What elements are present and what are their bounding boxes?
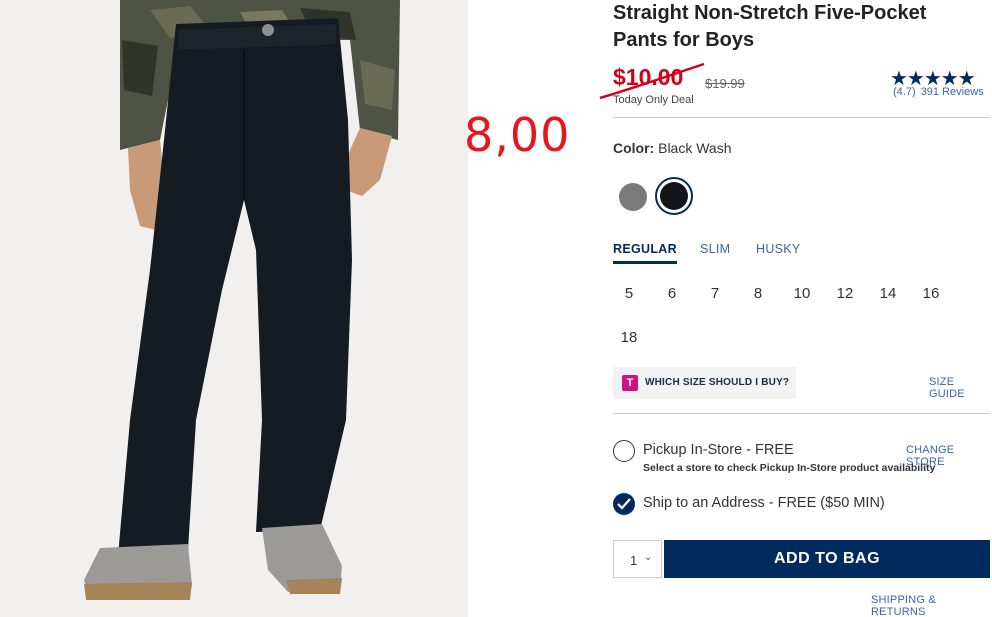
gray-swatch[interactable]	[619, 183, 647, 211]
size-help-label: WHICH SIZE SHOULD I BUY?	[645, 377, 790, 388]
color-label: Color:	[613, 140, 655, 156]
divider	[613, 413, 990, 414]
rating-value: (4.7)	[893, 86, 916, 98]
color-value: Black Wash	[658, 140, 732, 156]
handwritten-price-overlay: 8,00	[464, 108, 571, 162]
tab-husky[interactable]: HUSKY	[756, 242, 801, 256]
shipping-returns-link[interactable]: SHIPPING & RETURNS	[871, 594, 992, 617]
size-help-button[interactable]: T WHICH SIZE SHOULD I BUY?	[613, 367, 796, 399]
product-title-line2: Pants for Boys	[613, 29, 755, 51]
chevron-down-icon: ⌄	[644, 552, 653, 563]
true-fit-t-icon: T	[622, 375, 638, 391]
pickup-in-store-label[interactable]: Pickup In-Store - FREE	[643, 442, 794, 458]
size-option-7[interactable]: 7	[698, 285, 732, 302]
original-price: $19.99	[705, 76, 745, 91]
reviews-link[interactable]: (4.7) 391 Reviews	[893, 86, 986, 98]
size-option-6[interactable]: 6	[655, 285, 689, 302]
ship-to-address-label[interactable]: Ship to an Address - FREE ($50 MIN)	[643, 495, 885, 511]
size-option-10[interactable]: 10	[785, 285, 819, 302]
review-count: 391 Reviews	[920, 86, 984, 98]
product-title-line1: Straight Non-Stretch Five-Pocket	[613, 2, 927, 24]
add-to-bag-button[interactable]: ADD TO BAG	[664, 540, 990, 578]
pickup-availability-note: Select a store to check Pickup In-Store …	[643, 462, 936, 474]
product-photo-illustration	[0, 0, 468, 617]
quantity-value: 1	[630, 553, 638, 568]
divider	[613, 117, 990, 118]
size-guide-link[interactable]: SIZE GUIDE	[929, 376, 992, 400]
size-option-14[interactable]: 14	[871, 285, 905, 302]
quantity-select[interactable]: 1 ⌄	[613, 540, 662, 578]
size-option-18[interactable]: 18	[612, 329, 646, 346]
product-title: Straight Non-Stretch Five-Pocket Pants f…	[613, 0, 983, 54]
color-selection-label: Color: Black Wash	[613, 140, 732, 156]
size-option-12[interactable]: 12	[828, 285, 862, 302]
deal-label: Today Only Deal	[613, 94, 694, 106]
product-image[interactable]	[0, 0, 468, 617]
tab-slim[interactable]: SLIM	[700, 242, 730, 256]
checkmark-icon	[617, 498, 631, 510]
size-option-5[interactable]: 5	[612, 285, 646, 302]
change-store-link[interactable]: CHANGE STORE	[906, 444, 992, 468]
black-wash-swatch[interactable]	[660, 182, 688, 210]
size-option-16[interactable]: 16	[914, 285, 948, 302]
size-option-8[interactable]: 8	[741, 285, 775, 302]
tab-regular[interactable]: REGULAR	[613, 242, 677, 264]
ship-to-address-radio[interactable]	[613, 493, 635, 515]
pickup-in-store-radio[interactable]	[613, 440, 635, 462]
